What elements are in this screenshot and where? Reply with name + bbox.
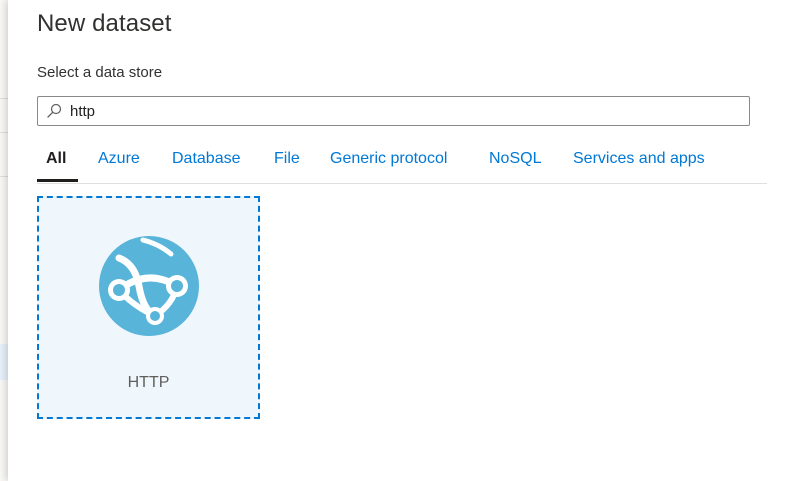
tab-services-and-apps[interactable]: Services and apps <box>573 150 705 168</box>
panel-title: New dataset <box>37 10 172 37</box>
category-tabs: All Azure Database File Generic protocol… <box>37 140 767 184</box>
tab-file[interactable]: File <box>274 150 300 168</box>
new-dataset-panel: New dataset Select a data store All Azur… <box>8 0 797 481</box>
background-selected-row <box>0 344 8 380</box>
divider <box>0 98 8 99</box>
divider <box>0 176 8 177</box>
tab-all[interactable]: All <box>46 150 66 168</box>
data-store-label: HTTP <box>127 374 170 391</box>
active-tab-indicator <box>37 179 78 182</box>
search-icon <box>47 103 62 118</box>
http-globe-icon <box>99 236 199 336</box>
tab-nosql[interactable]: NoSQL <box>489 150 541 168</box>
tab-database[interactable]: Database <box>172 150 241 168</box>
tab-generic-protocol[interactable]: Generic protocol <box>330 150 447 168</box>
search-box[interactable] <box>37 96 750 126</box>
search-input[interactable] <box>70 97 740 125</box>
select-data-store-label: Select a data store <box>37 64 163 81</box>
tab-azure[interactable]: Azure <box>98 150 140 168</box>
data-store-tile-http[interactable]: HTTP <box>37 196 260 419</box>
divider <box>0 132 8 133</box>
